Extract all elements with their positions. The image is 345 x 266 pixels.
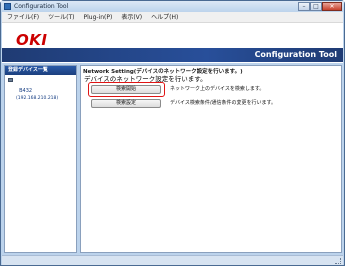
title-bar[interactable]: Configuration Tool – □ ✕ xyxy=(1,1,344,12)
menu-help[interactable]: ヘルプ(H) xyxy=(146,12,182,22)
search-settings-description: デバイス検索条件/通信条件の変更を行います。 xyxy=(170,100,277,106)
device-ip: (192.168.210.218) xyxy=(16,96,59,101)
menu-file[interactable]: ファイル(F) xyxy=(2,12,43,22)
banner-title: Configuration Tool xyxy=(254,50,337,59)
device-list-panel: 登録デバイス一覧 B432 (192.168.210.218) xyxy=(4,65,77,253)
app-icon xyxy=(4,3,11,10)
close-button[interactable]: ✕ xyxy=(322,2,342,11)
menu-view[interactable]: 表示(V) xyxy=(116,12,146,22)
minimize-button[interactable]: – xyxy=(298,2,310,11)
menu-plugin[interactable]: Plug-in(P) xyxy=(79,12,117,22)
status-bar xyxy=(2,255,343,265)
main-panel: Network Setting(デバイスのネットワーク設定を行います。) デバイ… xyxy=(80,65,342,253)
search-start-description: ネットワーク上のデバイスを検索します。 xyxy=(170,86,265,92)
search-settings-button[interactable]: 検索設定 xyxy=(91,99,161,108)
maximize-button[interactable]: □ xyxy=(310,2,322,11)
printer-icon xyxy=(8,78,13,82)
menu-tools[interactable]: ツール(T) xyxy=(43,12,78,22)
header-banner: OKI Configuration Tool xyxy=(2,23,343,63)
device-name: B432 xyxy=(19,88,33,94)
app-window: Configuration Tool – □ ✕ ファイル(F) ツール(T) … xyxy=(0,0,345,266)
resize-grip-icon[interactable] xyxy=(335,258,341,264)
device-list-header: 登録デバイス一覧 xyxy=(5,66,76,75)
window-controls: – □ ✕ xyxy=(298,2,342,11)
oki-logo: OKI xyxy=(16,31,48,49)
window-title: Configuration Tool xyxy=(14,3,69,10)
search-start-button[interactable]: 検索開始 xyxy=(91,85,161,94)
device-list-item[interactable]: B432 (192.168.210.218) xyxy=(5,75,76,102)
menu-bar: ファイル(F) ツール(T) Plug-in(P) 表示(V) ヘルプ(H) xyxy=(2,12,343,23)
